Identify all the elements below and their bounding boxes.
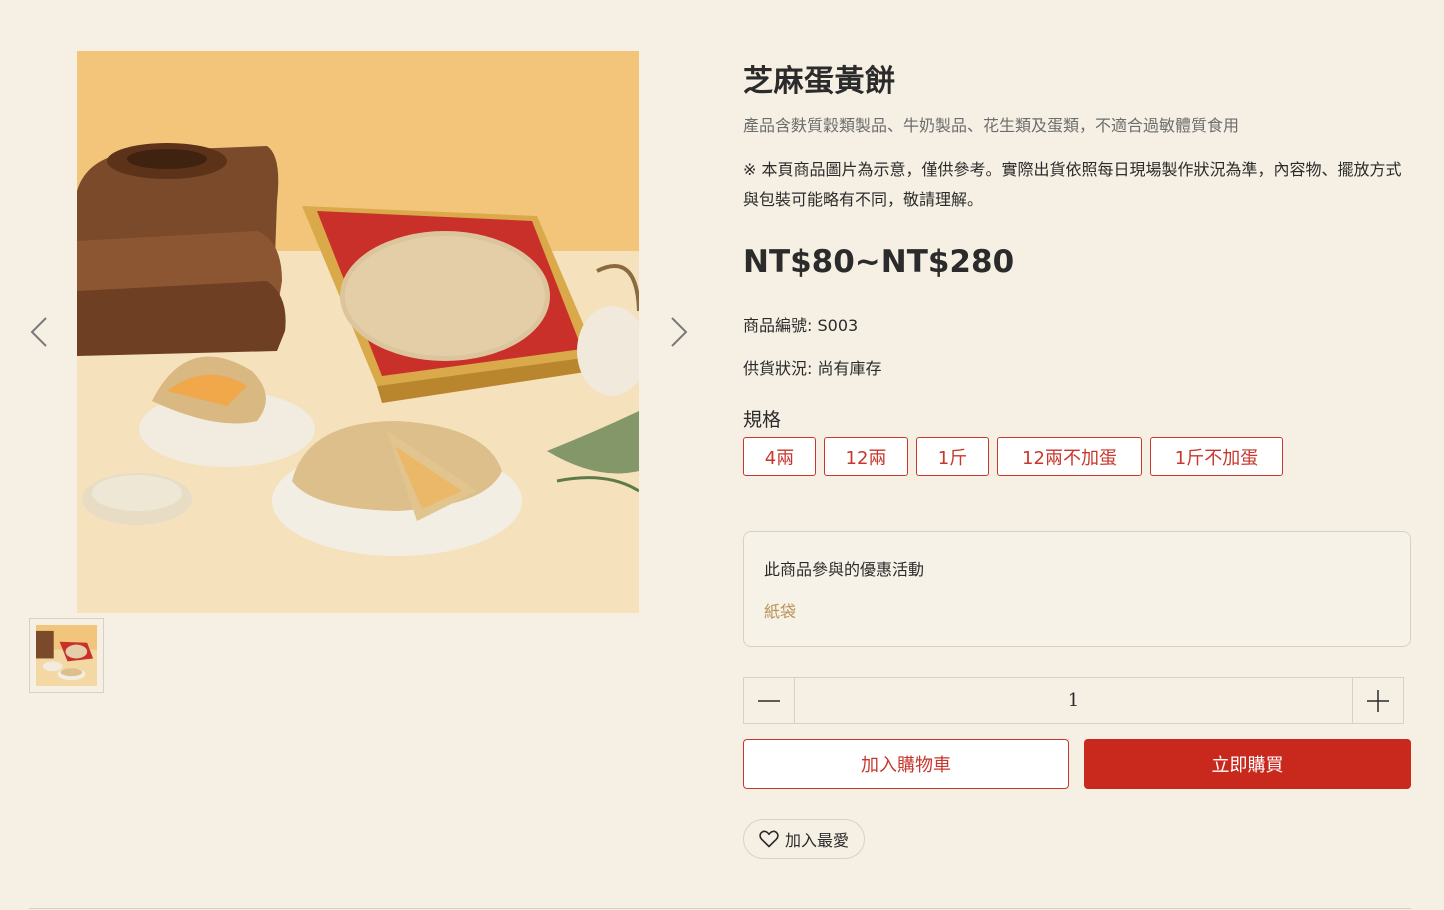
quantity-decrease-button[interactable] bbox=[744, 678, 795, 723]
spec-label: 規格 bbox=[743, 409, 782, 431]
spec-option-1-jin[interactable]: 1斤 bbox=[916, 437, 989, 476]
spec-options: 4兩 12兩 1斤 12兩不加蛋 1斤不加蛋 bbox=[743, 437, 1283, 476]
quantity-stepper bbox=[743, 677, 1404, 724]
add-to-cart-button[interactable]: 加入購物車 bbox=[743, 739, 1069, 789]
spec-option-12-liang[interactable]: 12兩 bbox=[824, 437, 908, 476]
plus-icon bbox=[1367, 689, 1389, 712]
promotion-box: 此商品參與的優惠活動 紙袋 bbox=[743, 531, 1411, 647]
promotion-item-link[interactable]: 紙袋 bbox=[764, 598, 796, 622]
section-divider bbox=[29, 908, 1411, 909]
stock-status: 供貨狀況: 尚有庫存 bbox=[743, 359, 882, 378]
heart-icon bbox=[759, 830, 779, 848]
spec-option-4-liang[interactable]: 4兩 bbox=[743, 437, 816, 476]
favorite-label: 加入最愛 bbox=[784, 831, 849, 850]
add-to-favorites-button[interactable]: 加入最愛 bbox=[743, 819, 865, 859]
allergen-note: 產品含麩質穀類製品、牛奶製品、花生類及蛋類，不適合過敏體質食用 bbox=[743, 116, 1240, 135]
chevron-right-icon bbox=[671, 317, 688, 347]
gallery-prev-button[interactable] bbox=[24, 312, 54, 352]
promotion-heading: 此商品參與的優惠活動 bbox=[764, 560, 925, 579]
product-price: NT$80~NT$280 bbox=[743, 244, 1015, 280]
product-title: 芝麻蛋黃餅 bbox=[743, 64, 896, 99]
buy-now-button[interactable]: 立即購買 bbox=[1084, 739, 1411, 789]
chevron-left-icon bbox=[30, 317, 47, 347]
gallery-next-button[interactable] bbox=[664, 312, 694, 352]
quantity-input[interactable] bbox=[795, 678, 1352, 723]
product-gallery bbox=[0, 0, 700, 910]
image-notice: ※ 本頁商品圖片為示意，僅供參考。實際出貨依照每日現場製作狀況為準，內容物、擺放… bbox=[743, 160, 1402, 209]
spec-option-1-jin-no-egg[interactable]: 1斤不加蛋 bbox=[1150, 437, 1283, 476]
minus-icon bbox=[758, 699, 780, 702]
quantity-increase-button[interactable] bbox=[1352, 678, 1403, 723]
gallery-thumbnail[interactable] bbox=[29, 618, 104, 693]
product-sku: 商品編號: S003 bbox=[743, 316, 859, 335]
spec-option-12-liang-no-egg[interactable]: 12兩不加蛋 bbox=[997, 437, 1142, 476]
product-main-image bbox=[77, 51, 639, 613]
